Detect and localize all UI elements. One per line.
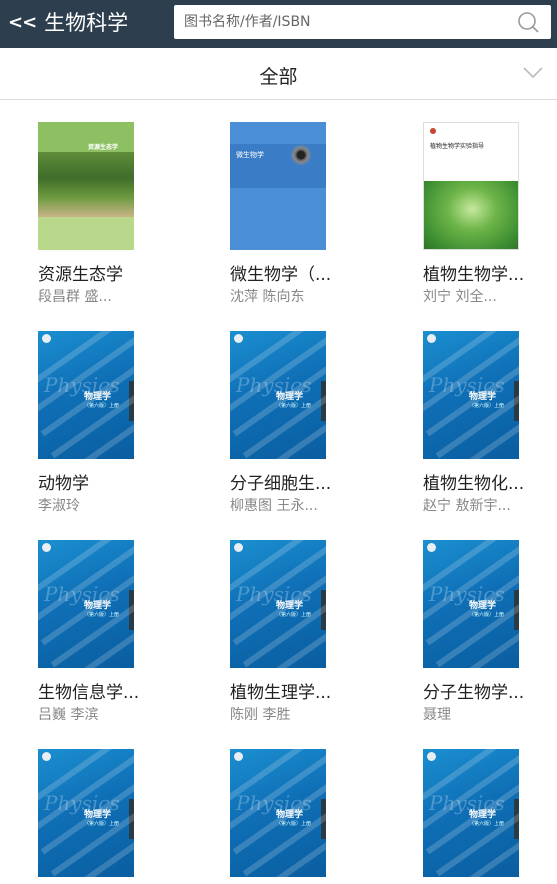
book-cover[interactable]: Physics 物理学 （第六版）上册 <box>230 540 326 668</box>
book-author: 吕巍 李滨 <box>38 707 99 723</box>
book-title[interactable]: 微生物学（... <box>230 260 380 285</box>
book-author: 柳惠图 王永... <box>230 498 318 514</box>
cover-title: 物理学 <box>276 810 304 820</box>
book-cover[interactable]: Physics 物理学 （第六版）上册 <box>423 331 519 459</box>
cover-title: 物理学 <box>469 810 497 820</box>
book-card[interactable]: Physics 物理学 （第六版）上册动物学李淑玲 <box>38 331 188 521</box>
cover-title: 物理学 <box>84 392 112 402</box>
book-author: 刘宁 刘全... <box>423 289 497 305</box>
book-title[interactable]: 植物生物化... <box>423 469 557 494</box>
cover-title: 植物生物学实验指导 <box>430 143 485 150</box>
cover-title: 物理学 <box>84 601 112 611</box>
book-author: 沈萍 陈向东 <box>230 289 305 305</box>
search-icon[interactable] <box>517 11 539 33</box>
book-cover[interactable]: Physics 物理学 （第六版）上册 <box>423 540 519 668</box>
book-card[interactable]: 植物生物学实验指导植物生物学... 刘宁 刘全... <box>423 122 557 312</box>
book-title[interactable]: 动物学 <box>38 469 188 494</box>
book-cover[interactable]: 资源生态学 <box>38 122 134 250</box>
page-title: 生物科学 <box>44 11 129 35</box>
book-card[interactable]: Physics 物理学 （第六版）上册 <box>230 749 380 884</box>
cover-title: 资源生态学 <box>88 144 119 151</box>
book-author: 赵宁 敖新宇... <box>423 498 511 514</box>
book-cover[interactable]: Physics 物理学 （第六版）上册 <box>38 749 134 877</box>
book-card[interactable]: Physics 物理学 （第六版）上册分子生物学... 聂理 <box>423 540 557 730</box>
book-author: 段昌群 盛... <box>38 289 112 305</box>
book-title[interactable]: 植物生理学... <box>230 678 380 703</box>
book-card[interactable]: Physics 物理学 （第六版）上册分子细胞生... 柳惠图 王永... <box>230 331 380 521</box>
book-author: 陈刚 李胜 <box>230 707 291 723</box>
book-title[interactable]: 生物信息学... <box>38 678 188 703</box>
book-title[interactable]: 植物生物学... <box>423 260 557 285</box>
book-title[interactable]: 分子生物学... <box>423 678 557 703</box>
book-card[interactable]: Physics 物理学 （第六版）上册 <box>38 749 188 884</box>
book-card[interactable]: Physics 物理学 （第六版）上册植物生理学... 陈刚 李胜 <box>230 540 380 730</box>
book-author: 李淑玲 <box>38 498 80 514</box>
filter-label: 全部 <box>259 66 298 88</box>
book-title[interactable]: 资源生态学 <box>38 260 188 285</box>
chevron-down-icon[interactable] <box>523 66 543 80</box>
book-card[interactable]: Physics 物理学 （第六版）上册植物生物化... 赵宁 敖新宇... <box>423 331 557 521</box>
book-cover[interactable]: Physics 物理学 （第六版）上册 <box>38 331 134 459</box>
book-card[interactable]: Physics 物理学 （第六版）上册生物信息学... 吕巍 李滨 <box>38 540 188 730</box>
search-input[interactable] <box>184 5 504 39</box>
cover-title: 物理学 <box>276 601 304 611</box>
cover-title: 物理学 <box>469 392 497 402</box>
top-bar: << 生物科学 <box>0 0 557 48</box>
book-card[interactable]: 资源生态学 资源生态学 段昌群 盛... <box>38 122 188 312</box>
back-icon: << <box>8 11 37 33</box>
book-author: 聂理 <box>423 707 451 723</box>
book-card[interactable]: 微生物学微生物学（... 沈萍 陈向东 <box>230 122 380 312</box>
back-button[interactable]: << 生物科学 <box>8 8 128 36</box>
book-cover[interactable]: 微生物学 <box>230 122 326 250</box>
category-filter[interactable]: 全部 <box>0 48 557 100</box>
book-cover[interactable]: Physics 物理学 （第六版）上册 <box>230 331 326 459</box>
cover-title: 物理学 <box>84 810 112 820</box>
cover-title: 物理学 <box>276 392 304 402</box>
book-cover[interactable]: Physics 物理学 （第六版）上册 <box>230 749 326 877</box>
book-card[interactable]: Physics 物理学 （第六版）上册 <box>423 749 557 884</box>
cover-title: 微生物学 <box>236 151 264 159</box>
search-box <box>174 5 551 39</box>
cover-title: 物理学 <box>469 601 497 611</box>
book-cover[interactable]: Physics 物理学 （第六版）上册 <box>38 540 134 668</box>
book-cover[interactable]: 植物生物学实验指导 <box>423 122 519 250</box>
book-cover[interactable]: Physics 物理学 （第六版）上册 <box>423 749 519 877</box>
book-title[interactable]: 分子细胞生... <box>230 469 380 494</box>
